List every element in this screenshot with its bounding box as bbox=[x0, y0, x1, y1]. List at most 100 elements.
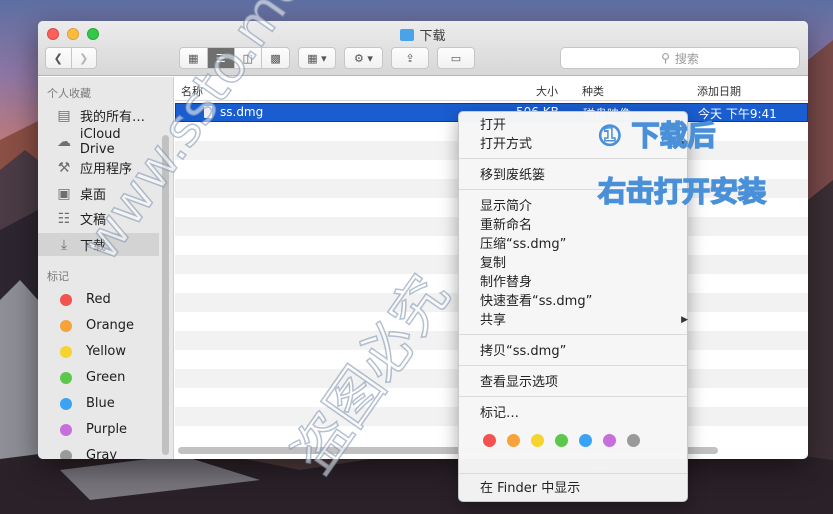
column-header-name[interactable]: 名称 bbox=[181, 83, 203, 99]
list-icon: ☰ bbox=[215, 51, 226, 65]
menu-item-compress[interactable]: 压缩“ss.dmg” bbox=[480, 235, 566, 254]
menu-separator bbox=[459, 473, 687, 474]
arrange-icon: ▦ ▾ bbox=[307, 51, 327, 65]
all-files-icon: ▤ bbox=[57, 107, 71, 124]
column-header-size[interactable]: 大小 bbox=[536, 83, 558, 99]
documents-icon: ☷ bbox=[57, 210, 71, 227]
download-icon: ⤓ bbox=[60, 236, 68, 253]
tag-blue-dot[interactable] bbox=[579, 434, 592, 447]
sidebar-item-label: 下载 bbox=[80, 239, 107, 254]
column-header-date-added[interactable]: 添加日期 bbox=[697, 83, 741, 99]
dmg-file-icon bbox=[204, 106, 212, 118]
sidebar-tag-gray[interactable]: Gray bbox=[38, 444, 159, 459]
menu-item-move-to-trash[interactable]: 移到废纸篓 bbox=[480, 166, 545, 185]
window-title: 下载 bbox=[38, 25, 808, 44]
menu-item-show-view-options[interactable]: 查看显示选项 bbox=[480, 373, 558, 392]
arrange-button[interactable]: ▦ ▾ bbox=[298, 47, 336, 69]
menu-item-duplicate[interactable]: 复制 bbox=[480, 254, 506, 273]
finder-window: 下载 ❮ ❯ ▦ ☰ ◫ ▩ ▦ ▾ ⚙ ▾ ⇪ ▭ ⚲ 搜索 个人收藏 ▤ 我的所… bbox=[38, 21, 808, 459]
gear-icon: ⚙ ▾ bbox=[354, 51, 373, 65]
column-header-kind[interactable]: 种类 bbox=[582, 83, 604, 99]
purple-tag-dot bbox=[60, 423, 72, 436]
sidebar-tag-red[interactable]: Red bbox=[38, 288, 159, 311]
share-button[interactable]: ⇪ bbox=[391, 47, 429, 69]
search-icon: ⚲ bbox=[661, 51, 670, 65]
sidebar-item-label: 应用程序 bbox=[80, 162, 133, 177]
icon-view-button[interactable]: ▦ bbox=[180, 48, 208, 68]
sidebar-tag-purple[interactable]: Purple bbox=[38, 418, 159, 441]
menu-item-share[interactable]: 共享 ▶ bbox=[480, 311, 688, 330]
gray-tag-dot bbox=[60, 449, 72, 459]
tag-purple-dot[interactable] bbox=[603, 434, 616, 447]
menu-separator bbox=[459, 365, 687, 366]
submenu-arrow-icon: ▶ bbox=[681, 315, 688, 325]
red-tag-dot bbox=[60, 293, 72, 306]
list-view-button[interactable]: ☰ bbox=[207, 48, 235, 68]
forward-button[interactable]: ❯ bbox=[72, 48, 97, 68]
action-button[interactable]: ⚙ ▾ bbox=[344, 47, 383, 69]
sidebar-item-all-files[interactable]: ▤ 我的所有… bbox=[38, 104, 159, 127]
menu-separator bbox=[459, 334, 687, 335]
sidebar-item-label: 文稿 bbox=[80, 213, 107, 228]
sidebar-tag-orange[interactable]: Orange bbox=[38, 314, 159, 337]
annotation-step-1-detail: 右击打开安装 bbox=[597, 174, 767, 209]
sidebar-tag-label: Gray bbox=[86, 448, 118, 459]
search-field[interactable]: ⚲ 搜索 bbox=[560, 47, 800, 69]
menu-item-label: 共享 bbox=[480, 313, 507, 328]
yellow-tag-dot bbox=[60, 345, 72, 358]
sidebar-item-label: 我的所有… bbox=[80, 110, 146, 125]
menu-item-get-info[interactable]: 显示简介 bbox=[480, 197, 532, 216]
green-tag-dot bbox=[60, 371, 72, 384]
column-view-button[interactable]: ◫ bbox=[235, 48, 263, 68]
sidebar-tag-label: Red bbox=[86, 292, 111, 307]
sidebar-tag-yellow[interactable]: Yellow bbox=[38, 340, 159, 363]
sidebar-item-downloads[interactable]: ⤓ 下载 bbox=[38, 233, 159, 256]
menu-item-open[interactable]: 打开 bbox=[480, 116, 506, 135]
tags-header: 标记 bbox=[47, 270, 69, 283]
menu-item-label: 打开方式 bbox=[480, 137, 533, 152]
columns-icon: ◫ bbox=[242, 51, 254, 65]
tags-button[interactable]: ▭ bbox=[437, 47, 475, 69]
menu-item-make-alias[interactable]: 制作替身 bbox=[480, 273, 532, 292]
cloud-icon: ☁ bbox=[56, 133, 71, 150]
back-button[interactable]: ❮ bbox=[46, 48, 72, 68]
sidebar-tag-label: Purple bbox=[86, 422, 128, 437]
orange-tag-dot bbox=[60, 319, 72, 332]
annotation-step-1: ① 下载后 bbox=[597, 118, 716, 153]
menu-item-copy[interactable]: 拷贝“ss.dmg” bbox=[480, 342, 566, 361]
tag-green-dot[interactable] bbox=[555, 434, 568, 447]
tag-red-dot[interactable] bbox=[483, 434, 496, 447]
search-placeholder: 搜索 bbox=[674, 51, 699, 66]
menu-item-rename[interactable]: 重新命名 bbox=[480, 216, 532, 235]
tag-gray-dot[interactable] bbox=[627, 434, 640, 447]
sidebar-tag-green[interactable]: Green bbox=[38, 366, 159, 389]
nav-buttons: ❮ ❯ bbox=[45, 47, 97, 69]
sidebar-tag-label: Green bbox=[86, 370, 126, 385]
column-header-row: 名称 大小 种类 添加日期 bbox=[175, 77, 808, 101]
sidebar-tag-blue[interactable]: Blue bbox=[38, 392, 159, 415]
sidebar-item-icloud[interactable]: ☁ iCloud Drive bbox=[38, 127, 159, 157]
tag-orange-dot[interactable] bbox=[507, 434, 520, 447]
menu-item-tags[interactable]: 标记… bbox=[480, 404, 519, 423]
view-mode-control: ▦ ☰ ◫ ▩ bbox=[179, 47, 290, 69]
applications-icon: ⚒ bbox=[57, 159, 71, 176]
sidebar-scrollbar[interactable] bbox=[162, 135, 169, 455]
menu-item-show-in-finder[interactable]: 在 Finder 中显示 bbox=[480, 479, 580, 498]
chevron-right-icon: ❯ bbox=[79, 51, 89, 65]
sidebar-tag-label: Orange bbox=[86, 318, 135, 333]
sidebar-item-documents[interactable]: ☷ 文稿 bbox=[38, 207, 159, 230]
sidebar-item-label: iCloud Drive bbox=[79, 126, 121, 157]
menu-item-quick-look[interactable]: 快速查看“ss.dmg” bbox=[480, 292, 592, 311]
sidebar: 个人收藏 ▤ 我的所有… ☁ iCloud Drive ⚒ 应用程序 ▣ 桌面 ☷ 文稿 … bbox=[38, 77, 174, 459]
chevron-left-icon: ❮ bbox=[53, 51, 63, 65]
sidebar-item-desktop[interactable]: ▣ 桌面 bbox=[38, 182, 159, 205]
coverflow-icon: ▩ bbox=[270, 51, 281, 65]
desktop-icon: ▣ bbox=[57, 185, 71, 202]
grid-icon: ▦ bbox=[188, 51, 199, 65]
sidebar-item-applications[interactable]: ⚒ 应用程序 bbox=[38, 156, 159, 179]
coverflow-view-button[interactable]: ▩ bbox=[262, 48, 289, 68]
title-bar: 下载 ❮ ❯ ▦ ☰ ◫ ▩ ▦ ▾ ⚙ ▾ ⇪ ▭ ⚲ 搜索 bbox=[38, 21, 808, 76]
window-title-text: 下载 bbox=[419, 29, 446, 44]
tag-yellow-dot[interactable] bbox=[531, 434, 544, 447]
file-name: ss.dmg bbox=[220, 105, 264, 119]
